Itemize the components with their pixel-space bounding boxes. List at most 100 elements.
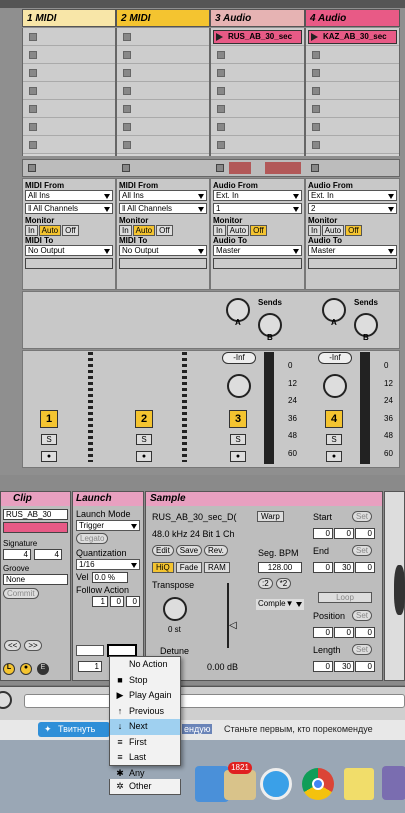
clip-color-select[interactable] — [3, 522, 68, 533]
track-activator-3[interactable]: 3 — [229, 410, 247, 428]
launch-mode-select[interactable]: Trigger — [76, 520, 140, 531]
clip-name-field[interactable]: RUS_AB_30 — [3, 509, 68, 520]
notes-icon[interactable] — [344, 768, 374, 800]
position-sixteenths[interactable]: 0 — [355, 627, 375, 638]
clip-slot[interactable] — [23, 82, 115, 100]
clip-slot[interactable] — [211, 64, 304, 82]
monitor-in[interactable]: In — [25, 225, 38, 236]
clip-slot[interactable] — [306, 46, 399, 64]
output-channel-field[interactable] — [308, 258, 397, 269]
clip-slot[interactable] — [23, 28, 115, 46]
start-bars[interactable]: 0 — [313, 528, 333, 539]
track-header-1[interactable]: 1 MIDI — [22, 9, 116, 27]
menu-item-first[interactable]: ≡ First — [110, 735, 180, 751]
output-select[interactable]: Master — [308, 245, 397, 256]
audio-clip[interactable]: RUS_AB_30_sec — [213, 30, 302, 44]
follow-time-beats[interactable]: 0 — [110, 596, 124, 607]
menu-item-previous[interactable]: ↑ Previous — [110, 704, 180, 720]
edit-button[interactable]: Edit — [152, 545, 174, 556]
view-toggle-l[interactable]: L — [3, 663, 15, 675]
pan-knob[interactable] — [227, 374, 251, 398]
gain-slider-thumb[interactable]: ◁ — [229, 620, 237, 631]
clip-slot[interactable] — [306, 136, 399, 154]
view-toggle-envelope[interactable]: ● — [20, 663, 32, 675]
menu-item-play-again[interactable]: ▶ Play Again — [110, 688, 180, 704]
clip-slot[interactable] — [117, 100, 209, 118]
start-sixteenths[interactable]: 0 — [355, 528, 375, 539]
menu-item-no-action[interactable]: No Action — [110, 657, 180, 673]
stop-button[interactable] — [216, 164, 224, 172]
arm-button[interactable]: ● — [230, 451, 246, 462]
monitor-in[interactable]: In — [119, 225, 132, 236]
hiq-button[interactable]: HiQ — [152, 562, 174, 573]
signature-numerator[interactable]: 4 — [3, 549, 31, 560]
nudge-back-button[interactable]: << — [4, 640, 22, 651]
menu-item-stop[interactable]: ■ Stop — [110, 673, 180, 689]
menu-item-next[interactable]: ↓ Next — [110, 719, 180, 735]
pan-knob[interactable] — [323, 374, 347, 398]
address-bar[interactable] — [24, 694, 405, 708]
start-beats[interactable]: 0 — [334, 528, 354, 539]
monitor-auto[interactable]: Auto — [321, 225, 345, 236]
clip-slot[interactable] — [23, 64, 115, 82]
follow-chance-field[interactable]: 1 — [78, 661, 102, 672]
clip-slot[interactable] — [117, 28, 209, 46]
warp-mode-select[interactable]: Comple▼ — [256, 599, 304, 610]
clip-slot[interactable] — [306, 64, 399, 82]
monitor-auto[interactable]: Auto — [38, 225, 62, 236]
monitor-off[interactable]: Off — [62, 225, 79, 236]
length-bars[interactable]: 0 — [313, 661, 333, 672]
clip-slot[interactable] — [23, 136, 115, 154]
track-header-2[interactable]: 2 MIDI — [116, 9, 210, 27]
follow-action-a-select[interactable] — [76, 645, 104, 656]
clip-slot[interactable] — [23, 46, 115, 64]
input-type-select[interactable]: All Ins — [25, 190, 113, 201]
track-activator-2[interactable]: 2 — [135, 410, 153, 428]
input-channel-select[interactable]: ‖ All Channels — [25, 203, 113, 214]
solo-button[interactable]: S — [41, 434, 57, 445]
track-activator-1[interactable]: 1 — [40, 410, 58, 428]
monitor-in[interactable]: In — [213, 225, 226, 236]
clip-slot[interactable] — [211, 118, 304, 136]
audio-clip[interactable]: KAZ_AB_30_sec — [308, 30, 397, 44]
input-channel-select[interactable]: 1 — [213, 203, 302, 214]
position-beats[interactable]: 0 — [334, 627, 354, 638]
arm-button[interactable]: ● — [326, 451, 342, 462]
clip-slot[interactable] — [117, 64, 209, 82]
clip-slot[interactable] — [306, 100, 399, 118]
input-channel-select[interactable]: 2 — [308, 203, 397, 214]
clip-slot[interactable] — [306, 118, 399, 136]
input-type-select[interactable]: All Ins — [119, 190, 207, 201]
length-beats[interactable]: 30 — [334, 661, 354, 672]
end-beats[interactable]: 30 — [334, 562, 354, 573]
seg-bpm-field[interactable]: 128.00 — [258, 562, 302, 573]
output-select[interactable]: No Output — [25, 245, 113, 256]
loop-button[interactable]: Loop — [318, 592, 372, 603]
follow-time-sixteenths[interactable]: 0 — [126, 596, 140, 607]
follow-action-b-select[interactable] — [107, 644, 137, 657]
monitor-off[interactable]: Off — [345, 225, 362, 236]
track-activator-4[interactable]: 4 — [325, 410, 343, 428]
app-icon[interactable] — [382, 766, 405, 800]
commit-button[interactable]: Commit — [3, 588, 39, 599]
input-type-select[interactable]: Ext. In — [213, 190, 302, 201]
menu-item-other[interactable]: ✲ Other — [109, 779, 181, 795]
length-sixteenths[interactable]: 0 — [355, 661, 375, 672]
start-set-button[interactable]: Set — [352, 511, 373, 522]
volume-readout[interactable]: -Inf — [318, 352, 352, 364]
ram-button[interactable]: RAM — [204, 562, 230, 573]
fade-button[interactable]: Fade — [175, 562, 203, 573]
monitor-in[interactable]: In — [308, 225, 321, 236]
stop-button[interactable] — [122, 164, 130, 172]
stop-button[interactable] — [311, 164, 319, 172]
output-channel-field[interactable] — [25, 258, 113, 269]
signature-denominator[interactable]: 4 — [34, 549, 62, 560]
clip-slot[interactable] — [117, 82, 209, 100]
clip-slot[interactable] — [211, 100, 304, 118]
follow-time-bars[interactable]: 1 — [92, 596, 108, 607]
monitor-off[interactable]: Off — [250, 225, 267, 236]
input-channel-select[interactable]: ‖ All Channels — [119, 203, 207, 214]
mail-icon[interactable] — [224, 770, 256, 800]
monitor-off[interactable]: Off — [156, 225, 173, 236]
gain-slider[interactable] — [227, 583, 229, 648]
